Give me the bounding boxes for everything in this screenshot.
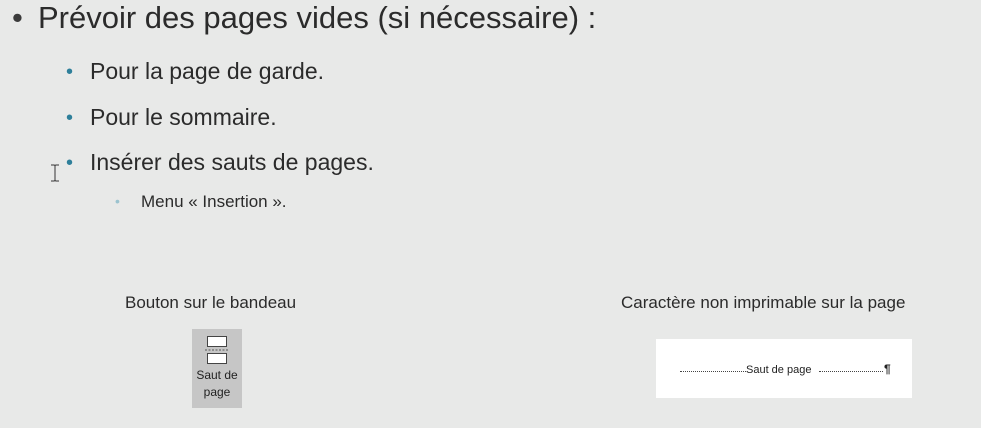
slide: • Prévoir des pages vides (si nécessaire)… bbox=[0, 0, 981, 428]
caption-non-printable-character: Caractère non imprimable sur la page bbox=[621, 293, 906, 312]
dotted-line-right bbox=[819, 371, 883, 372]
caption-ribbon-button: Bouton sur le bandeau bbox=[125, 293, 297, 312]
bullet-text: Pour le sommaire. bbox=[90, 104, 277, 130]
bullet-marker: • bbox=[66, 61, 74, 83]
bullet-marker: • bbox=[66, 107, 74, 129]
bullet-text: Insérer des sauts de pages. bbox=[90, 149, 374, 175]
bullet-marker: • bbox=[66, 152, 74, 174]
bullet-level2-sauts-de-pages: • Insérer des sauts de pages. bbox=[66, 147, 374, 178]
dotted-line-left bbox=[680, 371, 746, 372]
page-break-icon bbox=[205, 336, 229, 364]
bullet-level2-sommaire: • Pour le sommaire. bbox=[66, 102, 277, 133]
i-beam-cursor-icon bbox=[51, 164, 59, 182]
page-break-button-label: Saut de page bbox=[196, 368, 238, 399]
bullet-text: Pour la page de garde. bbox=[90, 58, 325, 84]
bullet-level3-menu-insertion: • Menu « Insertion ». bbox=[115, 189, 287, 214]
pilcrow-mark: ¶ bbox=[884, 362, 891, 376]
bullet-text: Prévoir des pages vides (si nécessaire) … bbox=[38, 0, 597, 35]
bullet-marker: • bbox=[12, 0, 23, 35]
page-break-preview: Saut de page ¶ bbox=[656, 339, 912, 398]
bullet-level1: • Prévoir des pages vides (si nécessaire)… bbox=[12, 0, 596, 38]
page-break-text: Saut de page bbox=[746, 364, 812, 376]
bullet-level2-page-de-garde: • Pour la page de garde. bbox=[66, 56, 324, 87]
bullet-marker: • bbox=[115, 193, 120, 209]
bullet-text: Menu « Insertion ». bbox=[141, 192, 287, 211]
page-break-button[interactable]: Saut de page bbox=[192, 329, 242, 408]
